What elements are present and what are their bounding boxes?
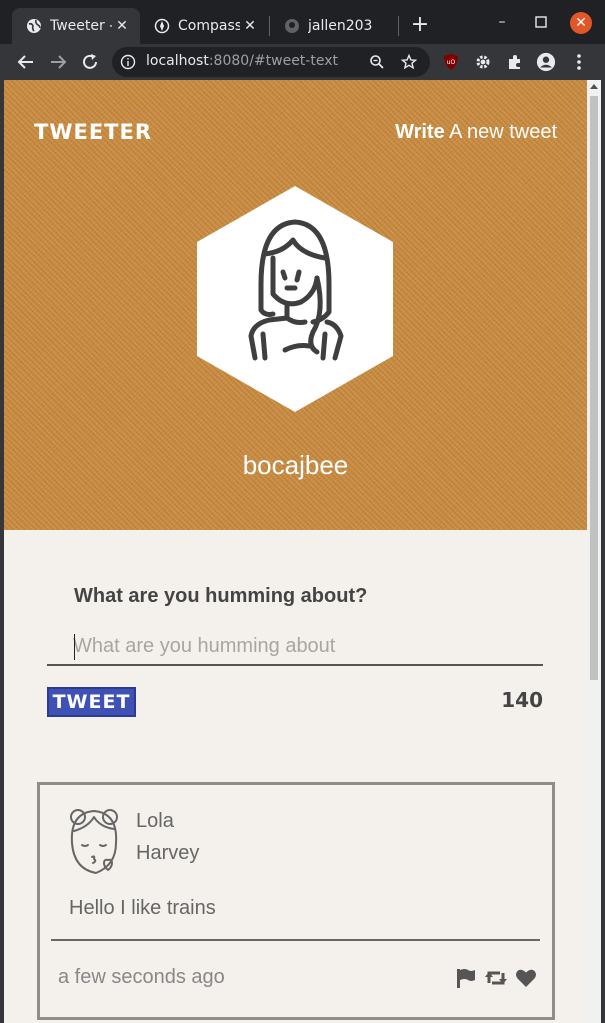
heart-icon[interactable] bbox=[514, 966, 538, 990]
maximize-icon[interactable] bbox=[531, 12, 551, 32]
compose-label: What are you humming about? bbox=[74, 585, 368, 607]
reload-icon[interactable] bbox=[78, 50, 102, 74]
info-icon[interactable] bbox=[120, 54, 136, 70]
forward-arrow-icon[interactable] bbox=[46, 50, 70, 74]
new-tab-button[interactable]: + bbox=[408, 14, 432, 38]
tweet-divider bbox=[51, 939, 540, 941]
tab-title: Tweeter - bbox=[50, 18, 112, 34]
url-path: :8080/#tweet-text bbox=[208, 53, 338, 69]
new-tweet-label: A new tweet bbox=[444, 121, 557, 143]
url-host: localhost bbox=[146, 53, 209, 69]
write-new-tweet-link[interactable]: Write A new tweet bbox=[395, 121, 557, 144]
star-icon[interactable] bbox=[400, 53, 418, 71]
window-close-icon[interactable]: ✕ bbox=[570, 12, 592, 34]
tab-title: Compass bbox=[178, 18, 240, 34]
text-cursor bbox=[74, 634, 75, 660]
scrollbar-thumb[interactable] bbox=[590, 96, 598, 680]
tweet-submit-button[interactable]: TWEET bbox=[47, 687, 136, 717]
profile-header: TWEETER Write A new tweet bocajbee bbox=[4, 80, 587, 530]
site-logo[interactable]: TWEETER bbox=[34, 120, 152, 144]
tweet-text-input[interactable] bbox=[47, 628, 543, 666]
extensions-puzzle-icon[interactable] bbox=[505, 52, 525, 72]
write-label: Write bbox=[395, 121, 445, 143]
profile-avatar bbox=[197, 186, 393, 412]
close-icon[interactable]: ✕ bbox=[242, 18, 258, 34]
flag-icon[interactable] bbox=[454, 966, 478, 990]
tab-tweeter[interactable]: Tweeter - ✕ bbox=[12, 8, 140, 44]
globe-icon bbox=[26, 18, 42, 34]
page-viewport: TWEETER Write A new tweet bocajbee What … bbox=[4, 80, 587, 1023]
retweet-icon[interactable] bbox=[484, 966, 508, 990]
ublock-icon[interactable]: uO bbox=[441, 52, 461, 72]
github-icon bbox=[284, 18, 300, 34]
tweet-card: Lola Harvey Hello I like trains a few se… bbox=[37, 782, 555, 1020]
svg-text:uO: uO bbox=[447, 59, 456, 66]
tweet-author-avatar bbox=[70, 809, 118, 874]
profile-username: bocajbee bbox=[242, 450, 349, 480]
menu-kebab-icon[interactable] bbox=[569, 52, 589, 72]
tweet-author-first-name: Lola bbox=[136, 810, 174, 832]
character-counter: 140 bbox=[501, 688, 543, 712]
tab-compass[interactable]: Compass ✕ bbox=[140, 8, 268, 44]
compass-icon bbox=[154, 18, 170, 34]
tweet-timestamp: a few seconds ago bbox=[58, 966, 225, 988]
scroll-up-arrow-icon[interactable] bbox=[590, 84, 598, 89]
tab-title: jallen203 bbox=[308, 18, 373, 34]
tab-github[interactable]: jallen203 bbox=[270, 8, 398, 44]
page-scrollbar[interactable] bbox=[587, 80, 601, 1023]
tweet-author-name: Lola Harvey bbox=[136, 805, 336, 869]
back-arrow-icon[interactable] bbox=[14, 50, 38, 74]
url-text[interactable]: localhost:8080/#tweet-text bbox=[146, 53, 338, 69]
minimize-icon[interactable]: – bbox=[492, 12, 512, 32]
close-icon[interactable]: ✕ bbox=[114, 18, 130, 34]
tweet-author-last-name: Harvey bbox=[136, 842, 200, 864]
tweet-body: Hello I like trains bbox=[69, 897, 216, 919]
tab-separator bbox=[398, 16, 399, 36]
address-bar[interactable]: localhost:8080/#tweet-text bbox=[112, 47, 430, 77]
browser-tab-bar: Tweeter - ✕ Compass ✕ jallen203 + – ✕ bbox=[0, 0, 605, 44]
tweet-actions bbox=[454, 965, 538, 991]
settings-gear-icon[interactable] bbox=[473, 52, 493, 72]
browser-toolbar: localhost:8080/#tweet-text uO bbox=[0, 44, 605, 80]
zoom-icon[interactable] bbox=[368, 53, 386, 71]
profile-avatar-icon[interactable] bbox=[536, 52, 556, 72]
window-frame bbox=[601, 80, 605, 1023]
